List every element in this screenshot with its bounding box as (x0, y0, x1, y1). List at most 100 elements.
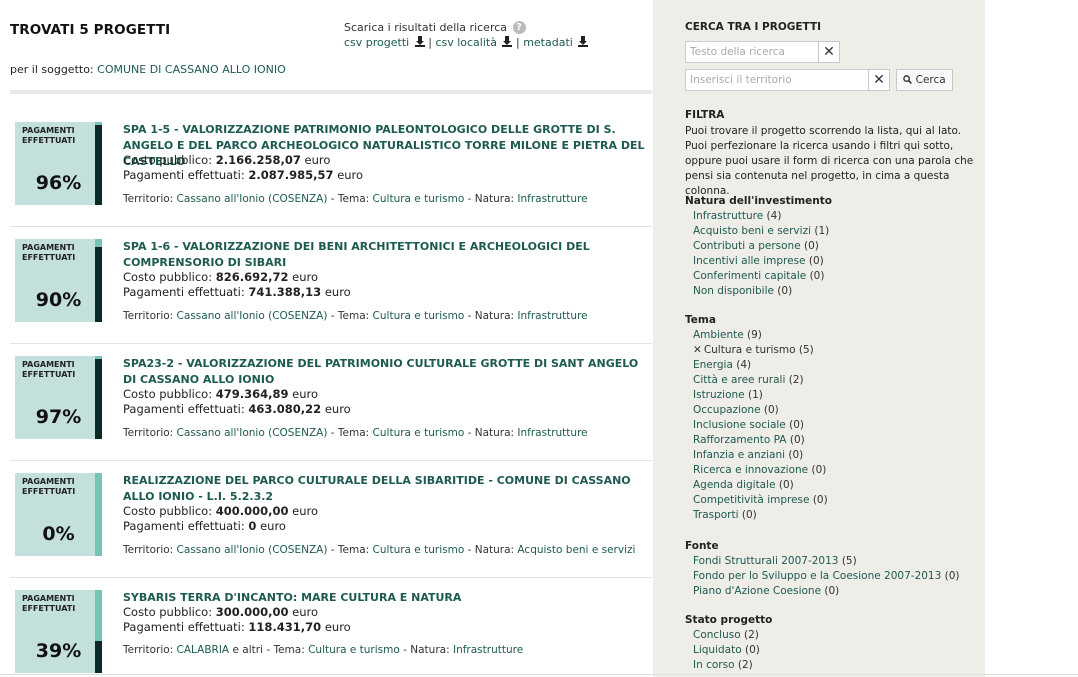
filter-item-count: (0) (809, 270, 825, 282)
project-title-link[interactable]: SYBARIS TERRA D'INCANTO: MARE CULTURA E … (123, 590, 648, 606)
territorio-link[interactable]: Cassano all'Ionio (COSENZA) (177, 310, 328, 322)
paid-label: Pagamenti effettuati: (123, 168, 245, 182)
territorio-link[interactable]: Cassano all'Ionio (COSENZA) (177, 544, 328, 556)
clear-text-icon[interactable]: ✕ (818, 41, 840, 63)
filter-item: Liquidato (0) (685, 643, 772, 658)
territorio-link[interactable]: Cassano all'Ionio (COSENZA) (177, 427, 328, 439)
territorio-extra: e altri (232, 644, 263, 656)
payment-progress-bar (95, 356, 102, 439)
filter-item: Istruzione (1) (685, 388, 828, 403)
cost-value: 479.364,89 (215, 387, 289, 401)
tema-link[interactable]: Cultura e turismo (373, 427, 465, 439)
filter-item-link[interactable]: Competitività imprese (693, 494, 809, 506)
filter-item: Agenda digitale (0) (685, 478, 828, 493)
filter-item: Fondi Strutturali 2007-2013 (5) (685, 554, 960, 569)
filter-item-link[interactable]: Agenda digitale (693, 479, 776, 491)
natura-link[interactable]: Infrastrutture (517, 193, 587, 205)
payment-progress-bar (95, 122, 102, 205)
project-title-link[interactable]: SPA 1-6 - VALORIZZAZIONE DEI BENI ARCHIT… (123, 239, 648, 271)
project-meta: Territorio: CALABRIA e altri - Tema: Cul… (123, 644, 523, 656)
natura-label: - Natura: (467, 310, 515, 322)
filter-item-link[interactable]: Non disponibile (693, 285, 774, 297)
paid-label: Pagamenti effettuati: (123, 402, 245, 416)
filter-item: Occupazione (0) (685, 403, 828, 418)
filter-item-link[interactable]: Concluso (693, 629, 741, 641)
filter-item-link[interactable]: Liquidato (693, 644, 742, 656)
filter-item-link[interactable]: Fondo per lo Sviluppo e la Coesione 2007… (693, 570, 941, 582)
filter-item: Rafforzamento PA (0) (685, 433, 828, 448)
tema-link[interactable]: Cultura e turismo (373, 544, 465, 556)
payment-progress-bar (95, 239, 102, 322)
filter-item-selected[interactable]: ✕ Cultura e turismo (5) (685, 343, 828, 358)
payment-progress-fill (95, 247, 102, 322)
project-title-link[interactable]: REALIZZAZIONE DEL PARCO CULTURALE DELLA … (123, 473, 648, 505)
payment-percent: 97% (35, 406, 82, 428)
search-text-input[interactable]: Testo della ricerca (685, 41, 819, 63)
territory-input[interactable]: Inserisci il territorio (685, 69, 869, 91)
paid-value: 118.431,70 (248, 620, 322, 634)
filter-item: Incentivi alle imprese (0) (685, 254, 832, 269)
metadati-link[interactable]: metadati (523, 36, 589, 49)
territorio-label: Territorio: (123, 544, 174, 556)
badge-label-line: EFFETTUATI (22, 136, 76, 145)
payment-percent: 96% (35, 172, 82, 194)
filter-item-link[interactable]: Occupazione (693, 404, 761, 416)
clear-territory-icon[interactable]: ✕ (868, 69, 890, 91)
natura-link[interactable]: Acquisto beni e servizi (517, 544, 635, 556)
filter-group: Natura dell'investimento Infrastrutture (… (685, 194, 832, 299)
csv-progetti-link[interactable]: csv progetti (344, 36, 425, 49)
paid-unit: euro (337, 168, 364, 182)
filter-item: Contributi a persone (0) (685, 239, 832, 254)
paid-value: 463.080,22 (248, 402, 322, 416)
territorio-link[interactable]: CALABRIA (177, 644, 230, 656)
subject-link[interactable]: COMUNE DI CASSANO ALLO IONIO (97, 63, 286, 76)
filter-item-link[interactable]: Contributi a persone (693, 240, 801, 252)
filter-item-link[interactable]: Rafforzamento PA (693, 434, 787, 446)
badge-label-line: PAGAMENTI (22, 126, 75, 135)
remove-filter-icon[interactable]: ✕ (693, 343, 702, 358)
filter-item-link[interactable]: Inclusione sociale (693, 419, 786, 431)
filter-item-count: (2) (788, 374, 804, 386)
natura-link[interactable]: Infrastrutture (517, 310, 587, 322)
search-button[interactable]: Cerca (896, 69, 953, 91)
filter-item-link[interactable]: Acquisto beni e servizi (693, 225, 811, 237)
help-icon[interactable]: ? (512, 21, 526, 34)
filter-item-count: (2) (744, 629, 759, 641)
filter-item-count: (9) (747, 329, 762, 341)
filter-item-link[interactable]: In corso (693, 659, 735, 671)
filter-item-count: (0) (824, 585, 840, 597)
filter-item-link[interactable]: Conferimenti capitale (693, 270, 806, 282)
territorio-link[interactable]: Cassano all'Ionio (COSENZA) (177, 193, 328, 205)
filter-item-link[interactable]: Città e aree rurali (693, 374, 785, 386)
filter-item-link[interactable]: Ricerca e innovazione (693, 464, 808, 476)
filter-item-link[interactable]: Energia (693, 359, 733, 371)
filter-item-link[interactable]: Infanzia e anziani (693, 449, 785, 461)
project-meta: Territorio: Cassano all'Ionio (COSENZA) … (123, 544, 635, 556)
tema-link[interactable]: Cultura e turismo (373, 193, 465, 205)
search-button-label: Cerca (915, 74, 946, 86)
filter-item-link[interactable]: Istruzione (693, 389, 745, 401)
badge-label-line: EFFETTUATI (22, 253, 76, 262)
badge-label: PAGAMENTI EFFETTUATI (22, 477, 75, 497)
natura-link[interactable]: Infrastrutture (453, 644, 523, 656)
filter-item-link[interactable]: Incentivi alle imprese (693, 255, 806, 267)
csv-progetti-label: csv progetti (344, 36, 410, 49)
tema-link[interactable]: Cultura e turismo (373, 310, 465, 322)
natura-link[interactable]: Infrastrutture (517, 427, 587, 439)
badge-label: PAGAMENTI EFFETTUATI (22, 360, 75, 380)
csv-localita-link[interactable]: csv località (435, 36, 513, 49)
filter-item-link[interactable]: Fondi Strutturali 2007-2013 (693, 555, 838, 567)
payment-badge: PAGAMENTI EFFETTUATI 96% (15, 122, 102, 205)
cost-value: 2.166.258,07 (215, 153, 301, 167)
project-payments: Pagamenti effettuati: 118.431,70 euro (123, 620, 351, 635)
tema-link[interactable]: Cultura e turismo (308, 644, 400, 656)
filter-item-link[interactable]: Infrastrutture (693, 210, 763, 222)
filter-item-count: (0) (778, 479, 794, 491)
payment-percent: 0% (42, 523, 75, 545)
payment-percent: 39% (35, 640, 82, 662)
filter-group: Fonte Fondi Strutturali 2007-2013 (5) Fond… (685, 539, 960, 599)
filter-item-link[interactable]: Trasporti (693, 509, 739, 521)
filter-item-link[interactable]: Piano d'Azione Coesione (693, 585, 821, 597)
filter-item-link[interactable]: Ambiente (693, 329, 744, 341)
project-title-link[interactable]: SPA23-2 - VALORIZZAZIONE DEL PATRIMONIO … (123, 356, 648, 388)
